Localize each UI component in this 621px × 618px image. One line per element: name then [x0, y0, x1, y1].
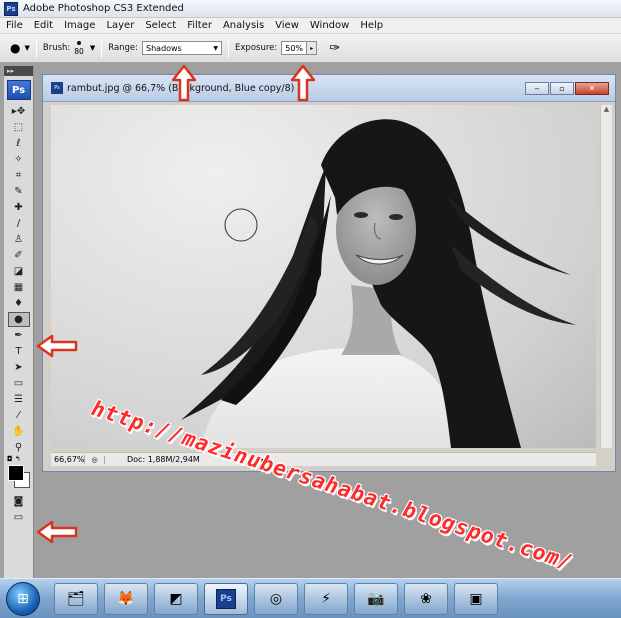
minimize-button[interactable]: ‒: [525, 81, 549, 95]
pen-tool-icon[interactable]: ✒: [8, 328, 30, 343]
magic-wand-tool-icon[interactable]: ✧: [8, 152, 30, 167]
menu-file[interactable]: File: [0, 20, 28, 31]
navigator-icon[interactable]: ◎: [85, 455, 105, 464]
zoom-level[interactable]: 66,67%: [51, 455, 85, 464]
menu-layer[interactable]: Layer: [100, 20, 139, 31]
brush-tip-icon: [77, 40, 82, 45]
range-select[interactable]: Shadows ▼: [142, 41, 223, 55]
burn-tool-icon[interactable]: ●: [7, 312, 30, 327]
document-title-bar[interactable]: Ps rambut.jpg @ 66,7% (Background, Blue …: [43, 75, 615, 102]
image-canvas[interactable]: [51, 105, 596, 448]
app-title: Adobe Photoshop CS3 Extended: [23, 3, 184, 14]
menu-edit[interactable]: Edit: [28, 20, 58, 31]
menu-view[interactable]: View: [269, 20, 304, 31]
move-tool-icon[interactable]: ▸✥: [8, 104, 30, 119]
toolbox-panel: ▸▸ Ps ▸✥ ⬚ ℓ ✧ ⌗ ✎ ✚ / ♙ ✐ ◪ ▦ ♦ ● ✒ T ➤…: [4, 66, 34, 578]
divider: [228, 38, 230, 58]
media-app-icon[interactable]: ▣: [454, 582, 498, 615]
exposure-input[interactable]: 50%: [281, 41, 308, 55]
blur-tool-icon[interactable]: ♦: [8, 296, 30, 311]
healing-brush-tool-icon[interactable]: ✚: [8, 200, 30, 215]
tool-preset-picker[interactable]: ● ▼: [10, 41, 30, 55]
brush-size: 80: [74, 46, 84, 56]
chevron-down-icon: ▼: [24, 44, 30, 52]
marquee-tool-icon[interactable]: ⬚: [8, 120, 30, 135]
menu-select[interactable]: Select: [139, 20, 181, 31]
portrait-photo: [181, 119, 576, 448]
menu-bar: File Edit Image Layer Select Filter Anal…: [0, 18, 621, 34]
screen-mode-icon[interactable]: ▭: [8, 510, 30, 525]
lasso-tool-icon[interactable]: ℓ: [8, 136, 30, 151]
path-selection-tool-icon[interactable]: ➤: [8, 360, 30, 375]
camera-app-icon[interactable]: 📷: [354, 582, 398, 615]
photoshop-logo-icon: Ps: [4, 1, 18, 16]
history-brush-tool-icon[interactable]: ✐: [8, 248, 30, 263]
foreground-color-swatch[interactable]: [8, 465, 24, 481]
start-button[interactable]: ⊞: [6, 581, 40, 616]
firefox-icon[interactable]: 🦊: [104, 582, 148, 615]
notes-app-icon[interactable]: ◩: [154, 582, 198, 615]
photoshop-icon: Ps: [216, 588, 236, 609]
options-bar: ● ▼ Brush: 80 ▼ Range: Shadows ▼ Exposur…: [0, 34, 621, 63]
burn-tool-icon: ●: [10, 41, 21, 55]
app-title-bar: Ps Adobe Photoshop CS3 Extended: [0, 0, 621, 18]
brush-picker[interactable]: 80: [74, 40, 84, 56]
eraser-tool-icon[interactable]: ◪: [8, 264, 30, 279]
airbrush-icon[interactable]: ✑: [329, 41, 340, 56]
crop-tool-icon[interactable]: ⌗: [8, 168, 30, 183]
menu-analysis[interactable]: Analysis: [217, 20, 269, 31]
swap-colors-icon[interactable]: ◘ ↰: [7, 455, 21, 463]
range-value: Shadows: [146, 43, 182, 53]
chrome-icon[interactable]: ◎: [254, 582, 298, 615]
document-status-bar: 66,67% ◎ Doc: 1,88M/2,94M ▶: [51, 452, 596, 466]
network-app-icon[interactable]: ❀: [404, 582, 448, 615]
exposure-slider-button[interactable]: ▸: [307, 41, 318, 55]
exposure-label: Exposure:: [235, 43, 278, 53]
exposure-value: 50%: [285, 43, 304, 53]
panel-grip[interactable]: ▸▸: [4, 66, 33, 76]
close-button[interactable]: ✕: [575, 81, 609, 95]
quick-mask-icon[interactable]: ◙: [8, 494, 30, 509]
maximize-button[interactable]: ▫: [550, 81, 574, 95]
brush-label: Brush:: [42, 43, 71, 53]
range-label: Range:: [108, 43, 139, 53]
zoom-tool-icon[interactable]: ⚲: [8, 440, 30, 455]
gradient-tool-icon[interactable]: ▦: [8, 280, 30, 295]
divider: [35, 38, 37, 58]
window-controls: ‒ ▫ ✕: [524, 81, 609, 95]
brush-tool-icon[interactable]: /: [8, 216, 30, 231]
transfer-app-icon[interactable]: ⚡: [304, 582, 348, 615]
color-swatches: ◘ ↰: [4, 455, 33, 493]
slice-tool-icon[interactable]: ✎: [8, 184, 30, 199]
scroll-up-icon[interactable]: ▲: [601, 105, 612, 113]
taskbar: ⊞ 🗂 🦊 ◩ Ps ◎ ⚡ 📷 ❀ ▣: [0, 578, 621, 618]
divider: [101, 38, 103, 58]
menu-help[interactable]: Help: [354, 20, 388, 31]
hand-tool-icon[interactable]: ✋: [8, 424, 30, 439]
shape-tool-icon[interactable]: ▭: [8, 376, 30, 391]
photoshop-taskbar-button[interactable]: Ps: [204, 582, 248, 615]
menu-filter[interactable]: Filter: [181, 20, 217, 31]
eyedropper-tool-icon[interactable]: ⁄: [8, 408, 30, 423]
vertical-scrollbar[interactable]: ▲: [600, 105, 612, 448]
explorer-icon[interactable]: 🗂: [54, 582, 98, 615]
clone-stamp-tool-icon[interactable]: ♙: [8, 232, 30, 247]
annotation-arrow-up-icon: [171, 64, 197, 102]
annotation-arrow-left-icon: [36, 334, 78, 358]
annotation-arrow-left-icon: [36, 520, 78, 544]
photoshop-logo-icon[interactable]: Ps: [6, 80, 31, 100]
notes-tool-icon[interactable]: ☰: [8, 392, 30, 407]
annotation-arrow-up-icon: [290, 64, 316, 102]
menu-window[interactable]: Window: [304, 20, 354, 31]
chevron-down-icon[interactable]: ▼: [90, 44, 95, 52]
menu-image[interactable]: Image: [58, 20, 100, 31]
type-tool-icon[interactable]: T: [8, 344, 30, 359]
photoshop-doc-icon: Ps: [51, 82, 63, 94]
chevron-down-icon: ▼: [213, 44, 219, 52]
